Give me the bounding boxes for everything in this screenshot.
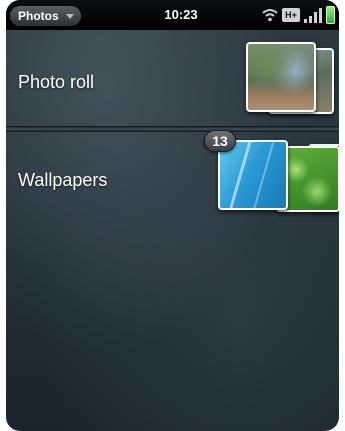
network-type-badge: H+ (282, 8, 300, 22)
signal-icon (304, 8, 322, 23)
photo-roll-thumbnail-front (246, 42, 316, 112)
app-menu-label: Photos (18, 9, 59, 23)
album-label-wallpapers: Wallpapers (18, 170, 108, 190)
album-label-photo-roll: Photo roll (18, 72, 95, 92)
thumbnail-sheen (250, 142, 276, 208)
status-bar: Photos 10:23 H+ (6, 0, 339, 30)
album-row-photo-roll[interactable]: Photo roll (6, 30, 339, 126)
album-row-wallpapers[interactable]: Wallpapers 13 (6, 130, 339, 222)
app-menu-button[interactable]: Photos (10, 6, 81, 26)
chevron-down-icon (65, 14, 74, 19)
album-count-badge: 13 (204, 130, 236, 152)
clock: 10:23 (164, 7, 198, 22)
battery-icon (326, 6, 335, 24)
photos-app-screen: Photos 10:23 H+ Photo roll Wallpapers 13 (6, 0, 339, 431)
status-icons[interactable]: H+ (261, 5, 335, 25)
wifi-icon (262, 9, 278, 22)
